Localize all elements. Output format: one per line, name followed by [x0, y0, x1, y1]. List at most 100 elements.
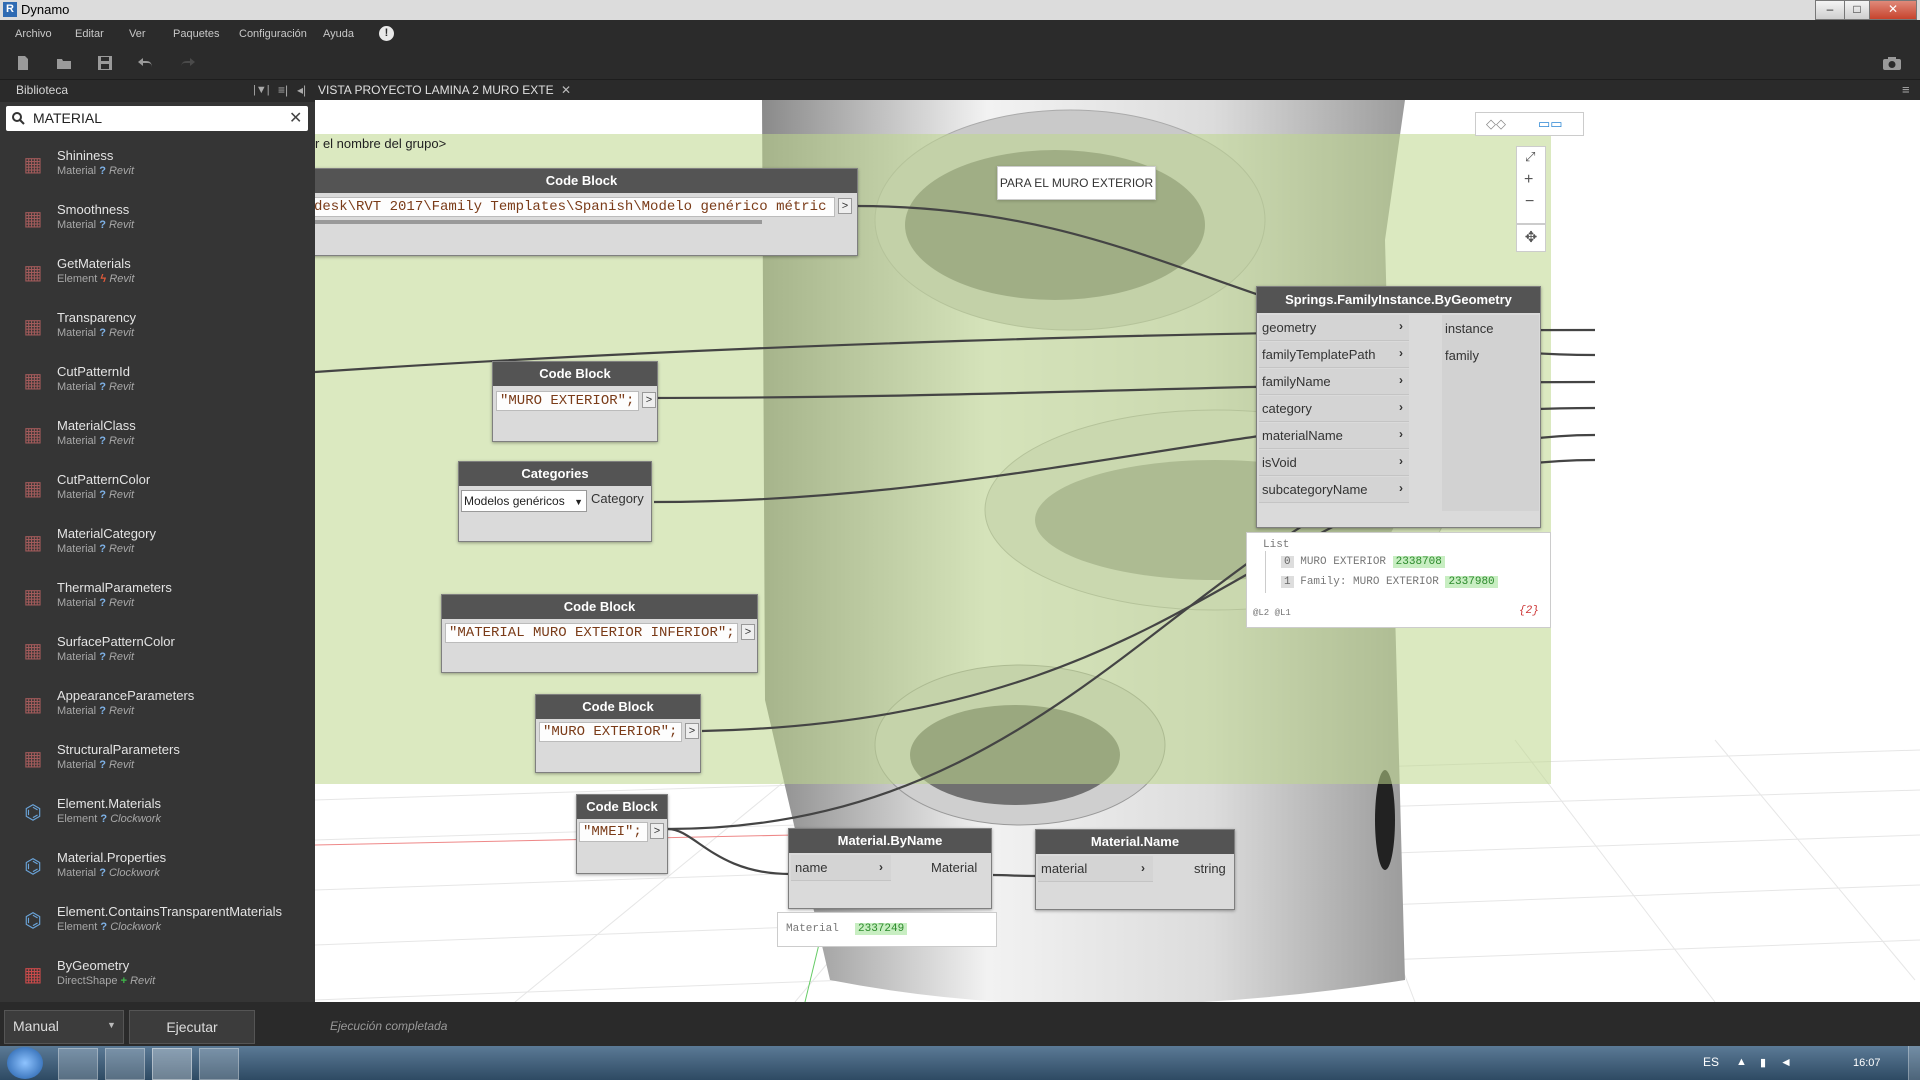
clear-search-icon[interactable]: ✕	[289, 108, 302, 128]
input-material[interactable]: material	[1041, 856, 1087, 881]
input-port-geometry[interactable]: geometry ›	[1259, 315, 1409, 341]
revit-taskbar-icon[interactable]	[152, 1048, 192, 1080]
library-item[interactable]: ▦ CutPatternId Material ? Revit	[0, 356, 315, 410]
graph-view-icon[interactable]: ▭▭	[1538, 116, 1563, 132]
springs-preview-bubble[interactable]: List 0 MURO EXTERIOR 2338708 1 Family: M…	[1246, 532, 1551, 628]
material-preview-bubble[interactable]: Material 2337249	[777, 912, 997, 947]
geometry-view-icon[interactable]: ◇◇	[1486, 116, 1506, 132]
library-item[interactable]: ▦ AppearanceParameters Material ? Revit	[0, 680, 315, 734]
undo-icon[interactable]	[137, 55, 153, 71]
show-desktop-button[interactable]	[1908, 1046, 1920, 1080]
node-code-block-path[interactable]: Code Block desk\RVT 2017\Family Template…	[315, 168, 858, 256]
input-port-materialName[interactable]: materialName ›	[1259, 423, 1409, 449]
category-dropdown[interactable]: Modelos genéricos ▼	[461, 490, 587, 512]
node-code-block-material[interactable]: Code Block "MATERIAL MURO EXTERIOR INFER…	[441, 594, 758, 673]
zoom-to-fit-icon[interactable]: ⤢	[1525, 149, 1535, 165]
output-family[interactable]: family	[1445, 343, 1479, 368]
code-editor[interactable]: "MMEI";	[579, 822, 648, 842]
pan-icon[interactable]: ✥	[1516, 224, 1546, 252]
run-button[interactable]: Ejecutar	[129, 1010, 255, 1044]
input-port-subcategoryName[interactable]: subcategoryName ›	[1259, 477, 1409, 503]
code-editor[interactable]: desk\RVT 2017\Family Templates\Spanish\M…	[315, 197, 835, 217]
collapse-panel-icon[interactable]: ◂|	[297, 83, 306, 97]
output-port[interactable]: >	[838, 198, 852, 214]
output-port[interactable]: >	[650, 823, 664, 839]
node-material-by-name[interactable]: Material.ByName name › Material	[788, 828, 992, 909]
close-icon[interactable]: ✕	[1869, 0, 1917, 20]
library-item[interactable]: ⌬ Element.ContainsTransparentMaterials Ele…	[0, 896, 315, 950]
output-port[interactable]: >	[642, 392, 656, 408]
library-item[interactable]: ⌬ Material.Properties Material ? Clockwork	[0, 842, 315, 896]
new-file-icon[interactable]	[15, 55, 31, 71]
menu-icon[interactable]: ≡	[1902, 82, 1910, 97]
input-port-familyTemplatePath[interactable]: familyTemplatePath ›	[1259, 342, 1409, 368]
library-item[interactable]: ▦ SurfacePatternColor Material ? Revit	[0, 626, 315, 680]
menu-archivo[interactable]: Archivo	[15, 28, 52, 40]
scrollbar[interactable]	[315, 220, 762, 224]
library-item[interactable]: ▦ Smoothness Material ? Revit	[0, 194, 315, 248]
start-button-icon[interactable]	[7, 1047, 43, 1079]
run-mode-select[interactable]: Manual ▼	[4, 1010, 124, 1044]
output-port[interactable]: >	[741, 624, 755, 640]
tab-workspace[interactable]: VISTA PROYECTO LAMINA 2 MURO EXTE ✕	[318, 80, 571, 100]
list-view-icon[interactable]: ≡|	[278, 83, 288, 97]
library-item[interactable]: ⌬ Element.Materials Element ? Clockwork	[0, 788, 315, 842]
input-port-isVoid[interactable]: isVoid ›	[1259, 450, 1409, 476]
zoom-in-icon[interactable]: +	[1524, 171, 1533, 189]
menu-ayuda[interactable]: Ayuda	[323, 28, 354, 40]
menu-ver[interactable]: Ver	[129, 28, 146, 40]
minimize-icon[interactable]: –	[1815, 0, 1845, 20]
network-icon[interactable]: ▮	[1760, 1056, 1766, 1069]
menu-editar[interactable]: Editar	[75, 28, 104, 40]
library-item[interactable]: ▦ ThermalParameters Material ? Revit	[0, 572, 315, 626]
save-icon[interactable]	[97, 55, 113, 71]
node-code-block-mmei[interactable]: Code Block "MMEI"; >	[576, 794, 668, 874]
firefox-taskbar-icon[interactable]	[105, 1048, 145, 1080]
input-name[interactable]: name	[795, 855, 828, 880]
element-id-tag[interactable]: 2337249	[855, 923, 908, 935]
input-port-category[interactable]: category ›	[1259, 396, 1409, 422]
volume-icon[interactable]: ◄	[1780, 1055, 1792, 1069]
output-instance[interactable]: instance	[1445, 316, 1493, 341]
output-port-label[interactable]: Category	[591, 491, 644, 506]
node-springs-family-instance-by-geometry[interactable]: Springs.FamilyInstance.ByGeometry geomet…	[1256, 286, 1541, 528]
output-port[interactable]: >	[685, 723, 699, 739]
library-item[interactable]: ▦ Shininess Material ? Revit	[0, 140, 315, 194]
code-editor[interactable]: "MURO EXTERIOR";	[496, 391, 639, 411]
library-search-box[interactable]: MATERIAL ✕	[6, 106, 308, 131]
library-item[interactable]: ▦ Transparency Material ? Revit	[0, 302, 315, 356]
library-item[interactable]: ▦ ByGeometry DirectShape + Revit	[0, 950, 315, 1004]
library-item[interactable]: ▦ MaterialCategory Material ? Revit	[0, 518, 315, 572]
library-item[interactable]: ▦ GetMaterials Element ϟ Revit	[0, 248, 315, 302]
search-input[interactable]: MATERIAL	[33, 110, 102, 126]
output-material[interactable]: Material	[931, 855, 977, 880]
filter-icon[interactable]: |▼|	[253, 84, 270, 96]
explorer-taskbar-icon[interactable]	[58, 1048, 98, 1080]
library-item[interactable]: ▦ StructuralParameters Material ? Revit	[0, 734, 315, 788]
maximize-icon[interactable]: □	[1844, 0, 1870, 20]
note[interactable]: PARA EL MURO EXTERIOR	[997, 166, 1156, 200]
spotify-taskbar-icon[interactable]	[199, 1048, 239, 1080]
show-hidden-icons-icon[interactable]: ▲	[1736, 1056, 1747, 1068]
language-indicator[interactable]: ES	[1703, 1055, 1719, 1069]
code-editor[interactable]: "MURO EXTERIOR";	[539, 722, 682, 742]
close-tab-icon[interactable]: ✕	[561, 83, 571, 97]
open-file-icon[interactable]	[56, 55, 72, 71]
notification-icon[interactable]: !	[379, 26, 394, 41]
zoom-out-icon[interactable]: −	[1525, 193, 1534, 211]
code-editor[interactable]: "MATERIAL MURO EXTERIOR INFERIOR";	[445, 623, 738, 643]
clock[interactable]: 16:07	[1853, 1057, 1881, 1069]
element-id-tag[interactable]: 2338708	[1392, 556, 1445, 568]
library-item[interactable]: ▦ CutPatternColor Material ? Revit	[0, 464, 315, 518]
menu-configuracion[interactable]: Configuración	[239, 28, 307, 40]
node-material-name[interactable]: Material.Name material › string	[1035, 829, 1235, 910]
node-categories[interactable]: Categories Modelos genéricos ▼ Category	[458, 461, 652, 542]
node-code-block-subcategory[interactable]: Code Block "MURO EXTERIOR"; >	[535, 694, 701, 773]
input-port-familyName[interactable]: familyName ›	[1259, 369, 1409, 395]
graph-canvas[interactable]: r el nombre del grupo> PARA EL MURO EXTE…	[315, 100, 1920, 1002]
redo-icon[interactable]	[178, 55, 195, 71]
library-item[interactable]: ▦ MaterialClass Material ? Revit	[0, 410, 315, 464]
element-id-tag[interactable]: 2337980	[1445, 576, 1498, 588]
menu-paquetes[interactable]: Paquetes	[173, 28, 219, 40]
output-string[interactable]: string	[1194, 856, 1226, 881]
